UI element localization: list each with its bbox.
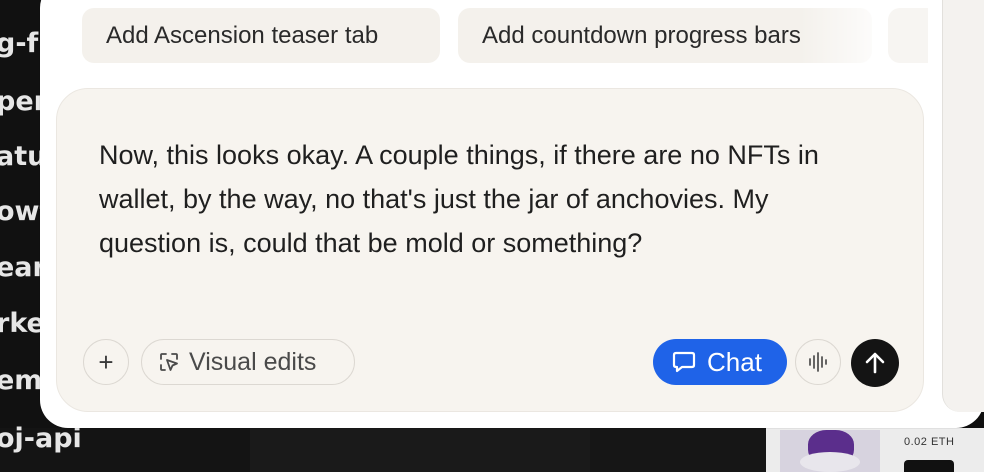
message-composer[interactable]: Now, this looks okay. A couple things, i…: [56, 88, 924, 412]
visual-edits-icon: [160, 353, 178, 371]
plus-icon: +: [98, 347, 114, 377]
nft-figure-base: [800, 452, 860, 472]
nft-buy-button[interactable]: [904, 460, 954, 472]
chat-mode-label: Chat: [707, 346, 762, 377]
nft-thumbnail: [780, 430, 880, 472]
send-button[interactable]: [851, 339, 899, 387]
background-panel: [590, 428, 766, 472]
chat-mode-button[interactable]: Chat: [653, 339, 787, 385]
suggestion-chip-partial[interactable]: [888, 8, 928, 63]
right-side-panel: [942, 0, 984, 412]
chat-bubble-icon: [672, 351, 696, 373]
voice-waveform-icon: [809, 352, 827, 372]
nft-price: 0.02 ETH: [904, 436, 955, 448]
voice-input-button[interactable]: [795, 339, 841, 385]
suggestion-chip-ascension-teaser[interactable]: Add Ascension teaser tab: [82, 8, 440, 63]
add-attachment-button[interactable]: +: [83, 339, 129, 385]
background-fragment: rke: [0, 308, 45, 339]
background-panel: [250, 428, 590, 472]
visual-edits-button[interactable]: Visual edits: [141, 339, 355, 385]
visual-edits-label: Visual edits: [189, 347, 317, 376]
suggestion-fade-overlay: [800, 8, 880, 63]
arrow-up-icon: [865, 352, 885, 374]
message-text[interactable]: Now, this looks okay. A couple things, i…: [99, 133, 859, 265]
background-fragment: ear: [0, 252, 46, 283]
